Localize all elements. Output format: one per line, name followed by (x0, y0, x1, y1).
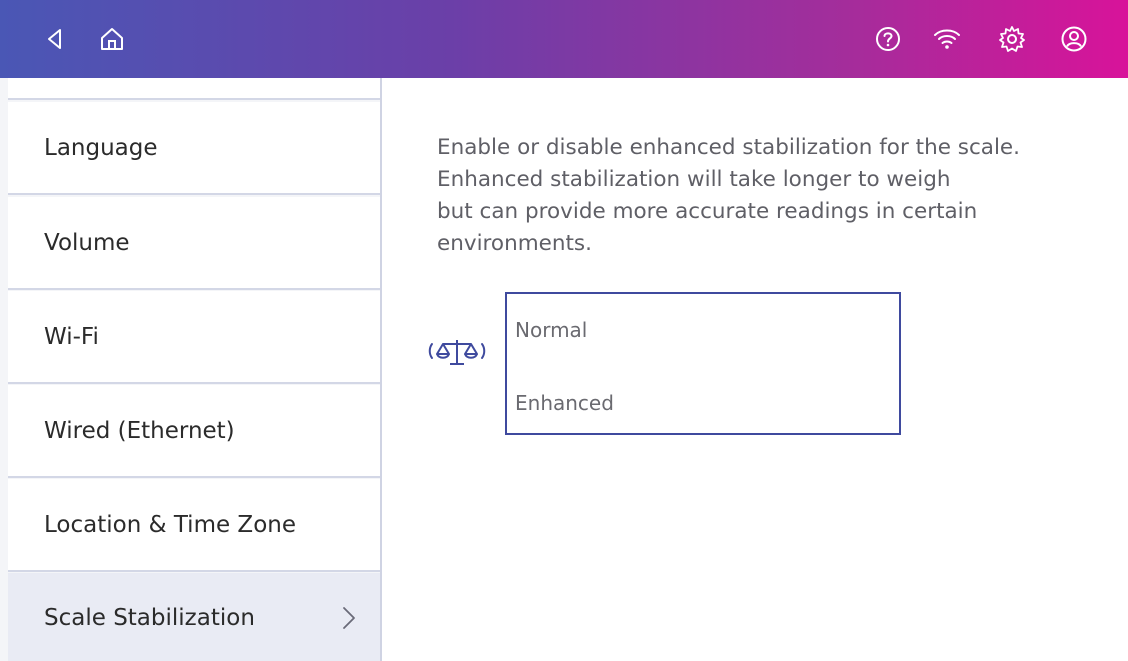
gear-icon (999, 26, 1025, 52)
help-button[interactable] (871, 22, 905, 56)
account-icon (1061, 26, 1087, 52)
back-button[interactable] (38, 22, 72, 56)
description-line: Enhanced stabilization will take longer … (437, 167, 951, 192)
sidebar-item-language[interactable]: Language (8, 102, 380, 195)
option-normal[interactable]: Normal (515, 318, 587, 342)
sidebar-item-wired-ethernet[interactable]: Wired (Ethernet) (8, 385, 380, 478)
settings-sidebar: Language Volume Wi-Fi Wired (Ethernet) L… (0, 78, 382, 661)
help-icon (876, 27, 900, 51)
sidebar-item-label: Location & Time Zone (44, 511, 296, 538)
sidebar-item-volume[interactable]: Volume (8, 197, 380, 290)
sidebar-item-label: Language (44, 134, 158, 161)
scale-stabilization-description: Enable or disable enhanced stabilization… (437, 132, 1097, 260)
main-content: Enable or disable enhanced stabilization… (384, 78, 1128, 661)
account-button[interactable] (1057, 22, 1091, 56)
home-icon (101, 28, 123, 50)
sidebar-item-label: Wi-Fi (44, 323, 99, 350)
top-bar (0, 0, 1128, 78)
sidebar-item-label: Volume (44, 229, 130, 256)
wifi-button[interactable] (930, 22, 964, 56)
home-button[interactable] (95, 22, 129, 56)
sidebar-item-wifi[interactable]: Wi-Fi (8, 291, 380, 384)
sidebar-item-location-time-zone[interactable]: Location & Time Zone (8, 479, 380, 572)
description-line: Enable or disable enhanced stabilization… (437, 135, 1020, 160)
sidebar-item-label: Wired (Ethernet) (44, 417, 235, 444)
scale-icon (428, 340, 486, 365)
description-line: but can provide more accurate readings i… (437, 199, 978, 224)
chevron-right-icon (343, 607, 355, 629)
wifi-icon (934, 29, 960, 49)
option-enhanced[interactable]: Enhanced (515, 391, 614, 415)
sidebar-item-scale-stabilization[interactable]: Scale Stabilization (8, 573, 380, 661)
sidebar-item-label: Scale Stabilization (44, 605, 255, 631)
sidebar-item-partial[interactable] (8, 78, 380, 100)
settings-button[interactable] (995, 22, 1029, 56)
stabilization-options: Normal Enhanced (505, 292, 901, 435)
back-arrow-icon (48, 29, 61, 49)
description-line: environments. (437, 231, 592, 256)
